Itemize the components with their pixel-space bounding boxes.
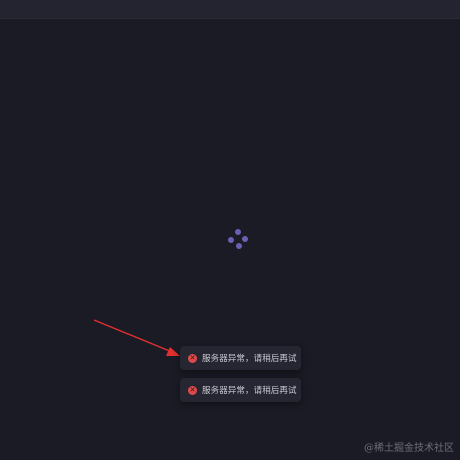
top-bar xyxy=(0,0,460,19)
error-icon: ✕ xyxy=(188,385,197,395)
spinner-dot xyxy=(235,229,241,235)
spinner-dot xyxy=(236,243,242,249)
toast-message: 服务器异常，请稍后再试 xyxy=(202,354,297,364)
watermark: @稀土掘金技术社区 xyxy=(364,443,454,454)
error-toast: ✕ 服务器异常，请稍后再试 xyxy=(180,346,301,370)
spinner-dot xyxy=(242,236,248,242)
error-icon: ✕ xyxy=(188,353,197,363)
loading-spinner-icon xyxy=(226,226,252,252)
app-page: ✕ 服务器异常，请稍后再试 ✕ 服务器异常，请稍后再试 @稀土掘金技术社区 xyxy=(0,0,460,460)
toast-message: 服务器异常，请稍后再试 xyxy=(202,386,297,396)
spinner-dot xyxy=(228,237,234,243)
error-toast: ✕ 服务器异常，请稍后再试 xyxy=(180,378,301,402)
